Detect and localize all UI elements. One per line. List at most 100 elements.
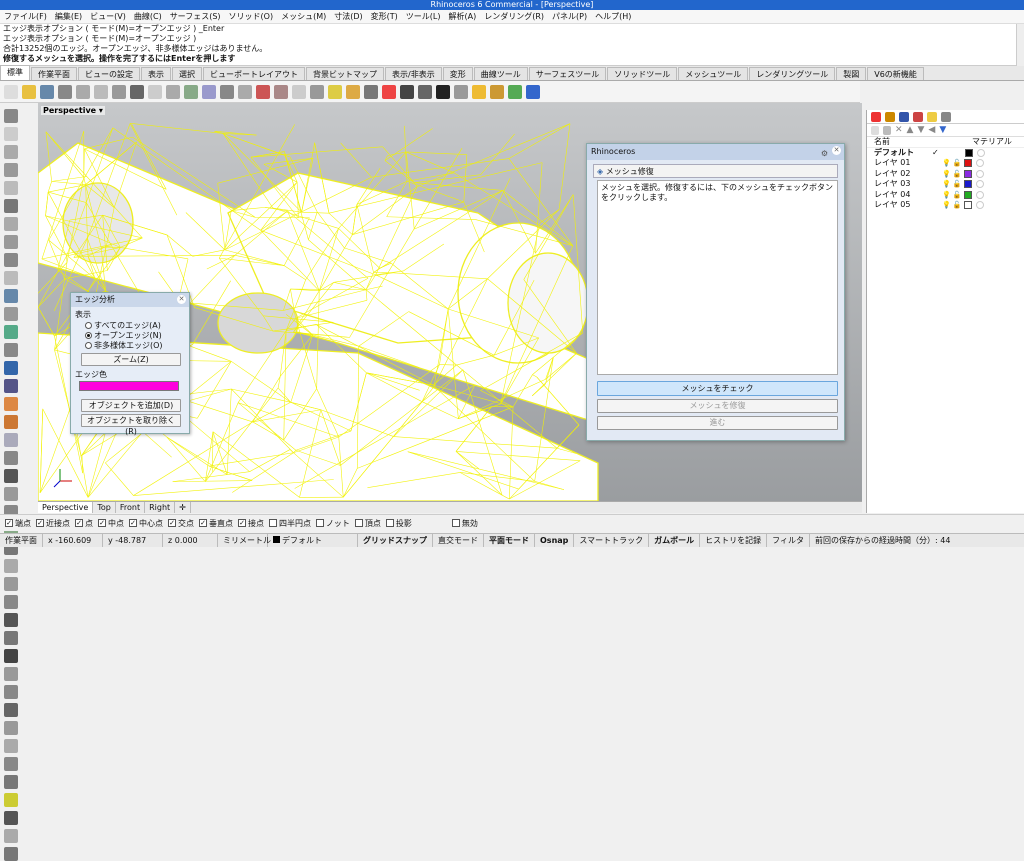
layer-color-swatch[interactable] bbox=[965, 149, 973, 157]
cplane-label[interactable]: 作業平面 bbox=[0, 534, 43, 547]
modeling-tool-icon[interactable] bbox=[4, 109, 18, 123]
menu-item[interactable]: レンダリング(R) bbox=[480, 10, 548, 24]
layer-color-swatch[interactable] bbox=[964, 201, 972, 209]
layer-color-swatch[interactable] bbox=[964, 180, 972, 188]
modeling-tool-icon[interactable] bbox=[4, 757, 18, 771]
visibility-bulb-icon[interactable]: 💡 bbox=[942, 169, 951, 179]
edge-color-swatch[interactable] bbox=[79, 381, 179, 391]
lock-icon[interactable]: 🔓 bbox=[953, 179, 962, 189]
current-layer[interactable]: デフォルト bbox=[268, 534, 358, 547]
import-icon[interactable] bbox=[76, 85, 90, 99]
layer-color-swatch[interactable] bbox=[964, 191, 972, 199]
wireframe-sphere-icon[interactable] bbox=[418, 85, 432, 99]
modeling-tool-icon[interactable] bbox=[4, 559, 18, 573]
folder-tab-icon[interactable] bbox=[927, 112, 937, 122]
modeling-tool-icon[interactable] bbox=[4, 289, 18, 303]
zoom-window-icon[interactable] bbox=[220, 85, 234, 99]
layer-color-swatch[interactable] bbox=[964, 159, 972, 167]
filter-icon[interactable]: ▼ bbox=[939, 125, 946, 135]
options-icon[interactable] bbox=[490, 85, 504, 99]
toolbar-tab[interactable]: 変形 bbox=[443, 67, 473, 80]
print-icon[interactable] bbox=[58, 85, 72, 99]
current-layer-check-icon[interactable]: ✓ bbox=[932, 148, 942, 158]
modeling-tool-icon[interactable] bbox=[4, 127, 18, 141]
layer-color-swatch[interactable] bbox=[964, 170, 972, 178]
modeling-tool-icon[interactable] bbox=[4, 397, 18, 411]
move-parent-icon[interactable]: ◀ bbox=[928, 125, 935, 135]
zoom-extents-icon[interactable] bbox=[238, 85, 252, 99]
toolbar-tab[interactable]: ビューの設定 bbox=[78, 67, 140, 80]
modeling-tool-icon[interactable] bbox=[4, 343, 18, 357]
layer-row[interactable]: レイヤ 04💡🔓 bbox=[867, 190, 1024, 201]
toolbar-tab[interactable]: ソリッドツール bbox=[607, 67, 677, 80]
visibility-bulb-icon[interactable]: 💡 bbox=[942, 179, 951, 189]
filter-toggle[interactable]: フィルタ bbox=[767, 534, 810, 547]
modeling-tool-icon[interactable] bbox=[4, 451, 18, 465]
grid-icon[interactable] bbox=[292, 85, 306, 99]
save-icon[interactable] bbox=[40, 85, 54, 99]
modeling-tool-icon[interactable] bbox=[4, 667, 18, 681]
menu-item[interactable]: ファイル(F) bbox=[0, 10, 51, 24]
dialog-title-bar[interactable]: エッジ分析✕ bbox=[71, 293, 189, 307]
viewport-title[interactable]: Perspective ▾ bbox=[41, 106, 105, 115]
radio-open-edges[interactable]: オープンエッジ(N) bbox=[85, 331, 185, 340]
menu-item[interactable]: 解析(A) bbox=[444, 10, 480, 24]
record-history-toggle[interactable]: ヒストリを記録 bbox=[700, 534, 767, 547]
menu-item[interactable]: 編集(E) bbox=[51, 10, 86, 24]
copy-icon[interactable] bbox=[94, 85, 108, 99]
tab-front[interactable]: Front bbox=[116, 502, 145, 513]
checkbox-icon[interactable] bbox=[316, 519, 324, 527]
close-icon[interactable]: ✕ bbox=[832, 146, 841, 155]
modeling-tool-icon[interactable] bbox=[4, 181, 18, 195]
close-icon[interactable]: ✕ bbox=[177, 295, 186, 304]
modeling-tool-icon[interactable] bbox=[4, 487, 18, 501]
modeling-tool-icon[interactable] bbox=[4, 433, 18, 447]
radio-non-manifold-edges[interactable]: 非多様体エッジ(O) bbox=[85, 341, 185, 350]
move-up-icon[interactable]: ▲ bbox=[907, 125, 914, 135]
checkbox-icon[interactable]: ✓ bbox=[98, 519, 106, 527]
open-folder-icon[interactable] bbox=[22, 85, 36, 99]
toolbar-tab[interactable]: 作業平面 bbox=[31, 67, 77, 80]
globe-icon[interactable] bbox=[508, 85, 522, 99]
osnap-toggle[interactable]: Osnap bbox=[535, 534, 574, 547]
toolbar-tab[interactable]: 表示 bbox=[141, 67, 171, 80]
zoom-button[interactable]: ズーム(Z) bbox=[81, 353, 181, 366]
modeling-tool-icon[interactable] bbox=[4, 649, 18, 663]
paste-icon[interactable] bbox=[112, 85, 126, 99]
render-icon[interactable] bbox=[400, 85, 414, 99]
checkbox-icon[interactable] bbox=[386, 519, 394, 527]
modeling-tool-icon[interactable] bbox=[4, 775, 18, 789]
tab-top[interactable]: Top bbox=[93, 502, 116, 513]
modeling-tool-icon[interactable] bbox=[4, 271, 18, 285]
menu-item[interactable]: 曲線(C) bbox=[130, 10, 166, 24]
menu-item[interactable]: ソリッド(O) bbox=[225, 10, 278, 24]
tab-perspective[interactable]: Perspective bbox=[38, 502, 93, 513]
properties-tab-icon[interactable] bbox=[871, 112, 881, 122]
menu-item[interactable]: ビュー(V) bbox=[86, 10, 130, 24]
checkbox-icon[interactable] bbox=[355, 519, 363, 527]
checkbox-icon[interactable]: ✓ bbox=[199, 519, 207, 527]
planar-toggle[interactable]: 平面モード bbox=[484, 534, 535, 547]
rotate-icon[interactable] bbox=[184, 85, 198, 99]
menu-item[interactable]: パネル(P) bbox=[548, 10, 591, 24]
lock-icon[interactable] bbox=[364, 85, 378, 99]
layer-row[interactable]: レイヤ 03💡🔓 bbox=[867, 179, 1024, 190]
cplane-icon[interactable] bbox=[310, 85, 324, 99]
osnap-toggle[interactable]: ✓交点 bbox=[168, 518, 194, 529]
shaded-sphere-icon[interactable] bbox=[436, 85, 450, 99]
modeling-tool-icon[interactable] bbox=[4, 307, 18, 321]
command-scrollbar[interactable] bbox=[1016, 24, 1024, 66]
tab-right[interactable]: Right bbox=[145, 502, 175, 513]
modeling-tool-icon[interactable] bbox=[4, 595, 18, 609]
settings-icon[interactable]: ⚙ bbox=[821, 146, 828, 162]
modeling-tool-icon[interactable] bbox=[4, 217, 18, 231]
toolbar-tab[interactable]: 製図 bbox=[836, 67, 866, 80]
add-viewport-tab-icon[interactable]: ✛ bbox=[175, 502, 191, 513]
material-icon[interactable] bbox=[382, 85, 396, 99]
toolbar-tab[interactable]: V6の新機能 bbox=[867, 67, 924, 80]
checkbox-icon[interactable]: ✓ bbox=[238, 519, 246, 527]
osnap-toggle[interactable]: 頂点 bbox=[355, 518, 381, 529]
layer-row[interactable]: レイヤ 05💡🔓 bbox=[867, 200, 1024, 211]
new-sublayer-icon[interactable] bbox=[883, 126, 891, 135]
osnap-toggle[interactable]: ノット bbox=[316, 518, 350, 529]
